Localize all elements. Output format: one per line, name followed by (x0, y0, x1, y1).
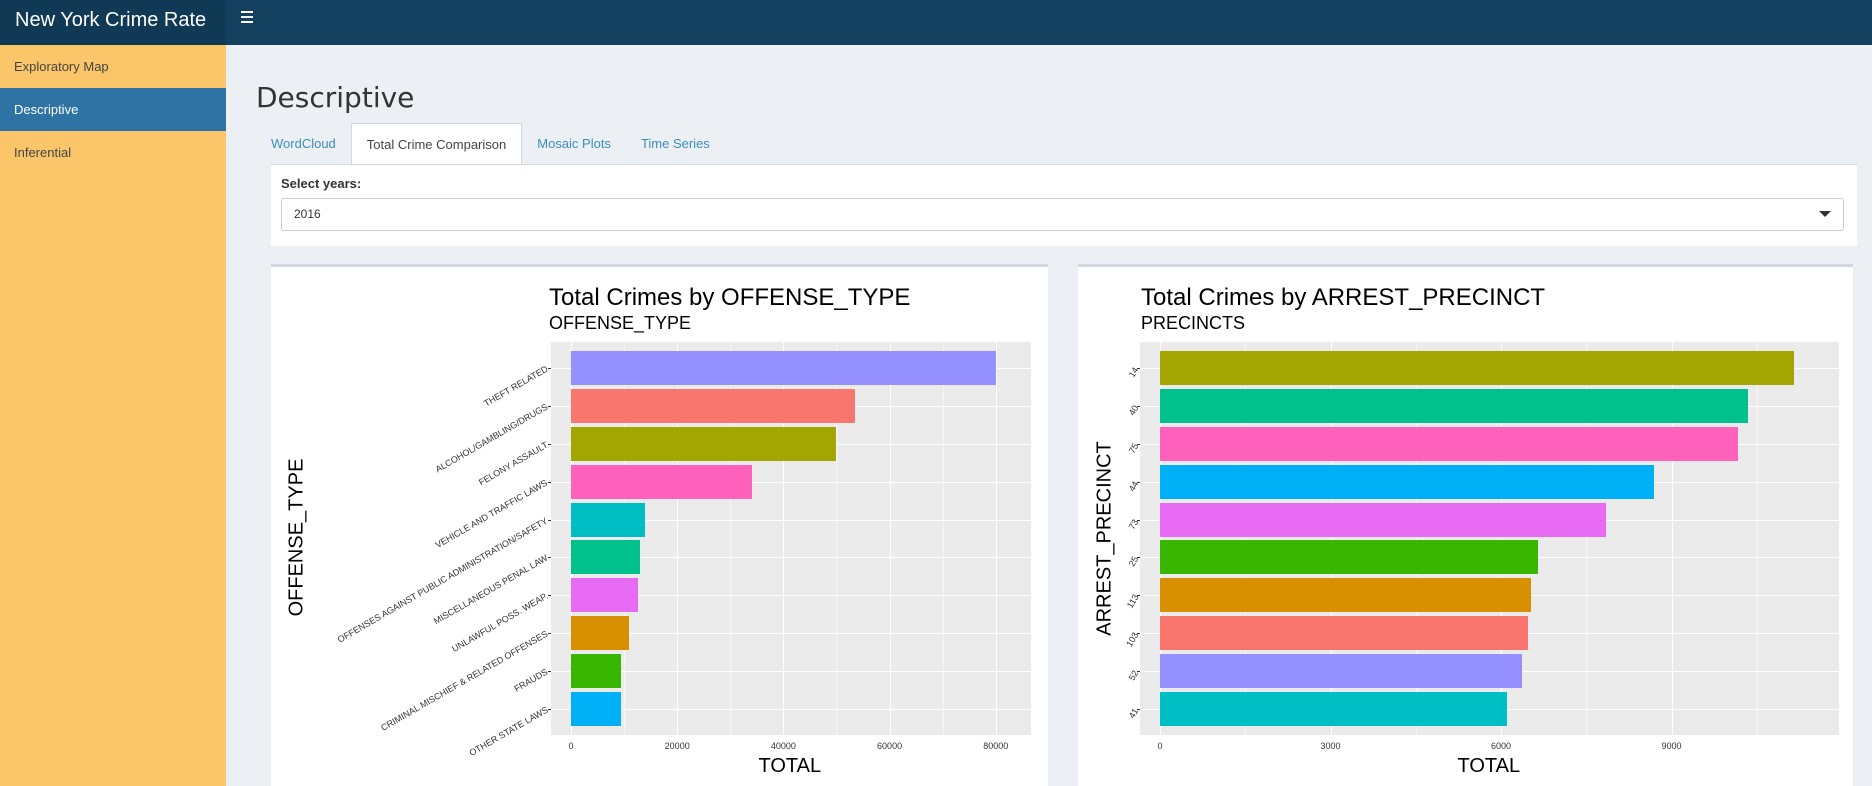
x-tick-label: 6000 (1491, 741, 1512, 751)
tab-total-crime-comparison[interactable]: Total Crime Comparison (350, 123, 523, 165)
tick-mark (548, 406, 551, 408)
tick-mark (548, 444, 551, 446)
precinct-chart: Total Crimes by ARREST_PRECINCT PRECINCTS… (1078, 264, 1853, 786)
sidebar-item-descriptive[interactable]: Descriptive (0, 88, 226, 131)
grid-line (995, 342, 997, 735)
top-header: New York Crime Rate (0, 0, 1872, 45)
bar (1160, 464, 1655, 499)
x-tick-label: 9000 (1661, 741, 1682, 751)
grid-line (551, 670, 1031, 672)
category-label: 113 (1124, 592, 1141, 611)
bar (1160, 351, 1794, 386)
bar (1160, 389, 1749, 424)
category-label: MISCELLANEOUS PENAL LAW (431, 553, 550, 627)
category-label: FRAUDS (512, 666, 550, 694)
x-axis-label: TOTAL (1457, 755, 1521, 777)
bar (1160, 502, 1607, 537)
category-label: OTHER STATE LAWS (467, 704, 550, 758)
year-select[interactable]: 2016 (281, 198, 1844, 231)
y-axis-label: OFFENSE_TYPE (285, 458, 308, 616)
bar (1160, 691, 1507, 726)
tick-mark (548, 519, 551, 521)
tick-mark (548, 632, 551, 634)
bar (1160, 653, 1523, 688)
x-tick-label: 60000 (877, 741, 903, 751)
bar (1160, 427, 1739, 462)
tab-bar: WordCloud Total Crime Comparison Mosaic … (256, 123, 725, 165)
x-tick-label: 3000 (1320, 741, 1341, 751)
chevron-down-icon (1819, 211, 1831, 217)
grid-line (1756, 342, 1758, 735)
chart-subtitle: PRECINCTS (1141, 313, 1246, 333)
category-label: 103 (1124, 630, 1141, 649)
category-label: ALCOHOL/GAMBLING/DRUGS (433, 401, 550, 475)
bar (571, 351, 996, 386)
bar (571, 464, 752, 499)
bar (571, 578, 639, 613)
year-select-value: 2016 (294, 207, 321, 221)
x-tick-label: 80000 (983, 741, 1009, 751)
tick-mark (548, 708, 551, 710)
tick-mark (548, 481, 551, 483)
sidebar-item-inferential[interactable]: Inferential (0, 131, 226, 174)
tick-mark (548, 595, 551, 597)
x-tick-label: 40000 (770, 741, 796, 751)
x-axis-label: TOTAL (758, 755, 822, 777)
sidebar-item-exploratory-map[interactable]: Exploratory Map (0, 45, 226, 88)
sidebar-toggle-icon[interactable] (241, 11, 255, 25)
plot-panel (1140, 342, 1839, 735)
app-title[interactable]: New York Crime Rate (0, 0, 226, 45)
sidebar: Exploratory Map Descriptive Inferential (0, 45, 226, 786)
offense-type-chart: Total Crimes by OFFENSE_TYPE OFFENSE_TYPE… (271, 264, 1048, 786)
chart-subtitle: OFFENSE_TYPE (549, 313, 692, 333)
page-title: Descriptive (256, 81, 415, 114)
x-tick-label: 0 (568, 741, 574, 751)
bar (571, 540, 641, 575)
y-axis-label: ARREST_PRECINCT (1093, 440, 1116, 636)
chart-title: Total Crimes by OFFENSE_TYPE (549, 284, 911, 311)
bar (571, 502, 646, 537)
category-label: THEFT RELATED (482, 364, 550, 409)
year-select-label: Select years: (281, 176, 362, 191)
tab-wordcloud[interactable]: WordCloud (256, 123, 351, 165)
bar (571, 615, 630, 650)
bar (571, 691, 622, 726)
x-tick-label: 20000 (664, 741, 690, 751)
chart-title: Total Crimes by ARREST_PRECINCT (1141, 284, 1546, 311)
bar (571, 427, 837, 462)
bar (1160, 615, 1529, 650)
bar (1160, 578, 1532, 613)
grid-line (889, 342, 891, 735)
grid-line (551, 708, 1031, 710)
tick-mark (548, 670, 551, 672)
tab-mosaic-plots[interactable]: Mosaic Plots (522, 123, 626, 165)
bar (571, 653, 622, 688)
tab-time-series[interactable]: Time Series (626, 123, 725, 165)
plot-panel (551, 342, 1031, 735)
x-tick-label: 0 (1157, 741, 1163, 751)
bar (571, 389, 856, 424)
tick-mark (548, 557, 551, 559)
bar (1160, 540, 1538, 575)
category-label: VEHICLE AND TRAFFIC LAWS (433, 477, 550, 550)
grid-line (942, 342, 944, 735)
